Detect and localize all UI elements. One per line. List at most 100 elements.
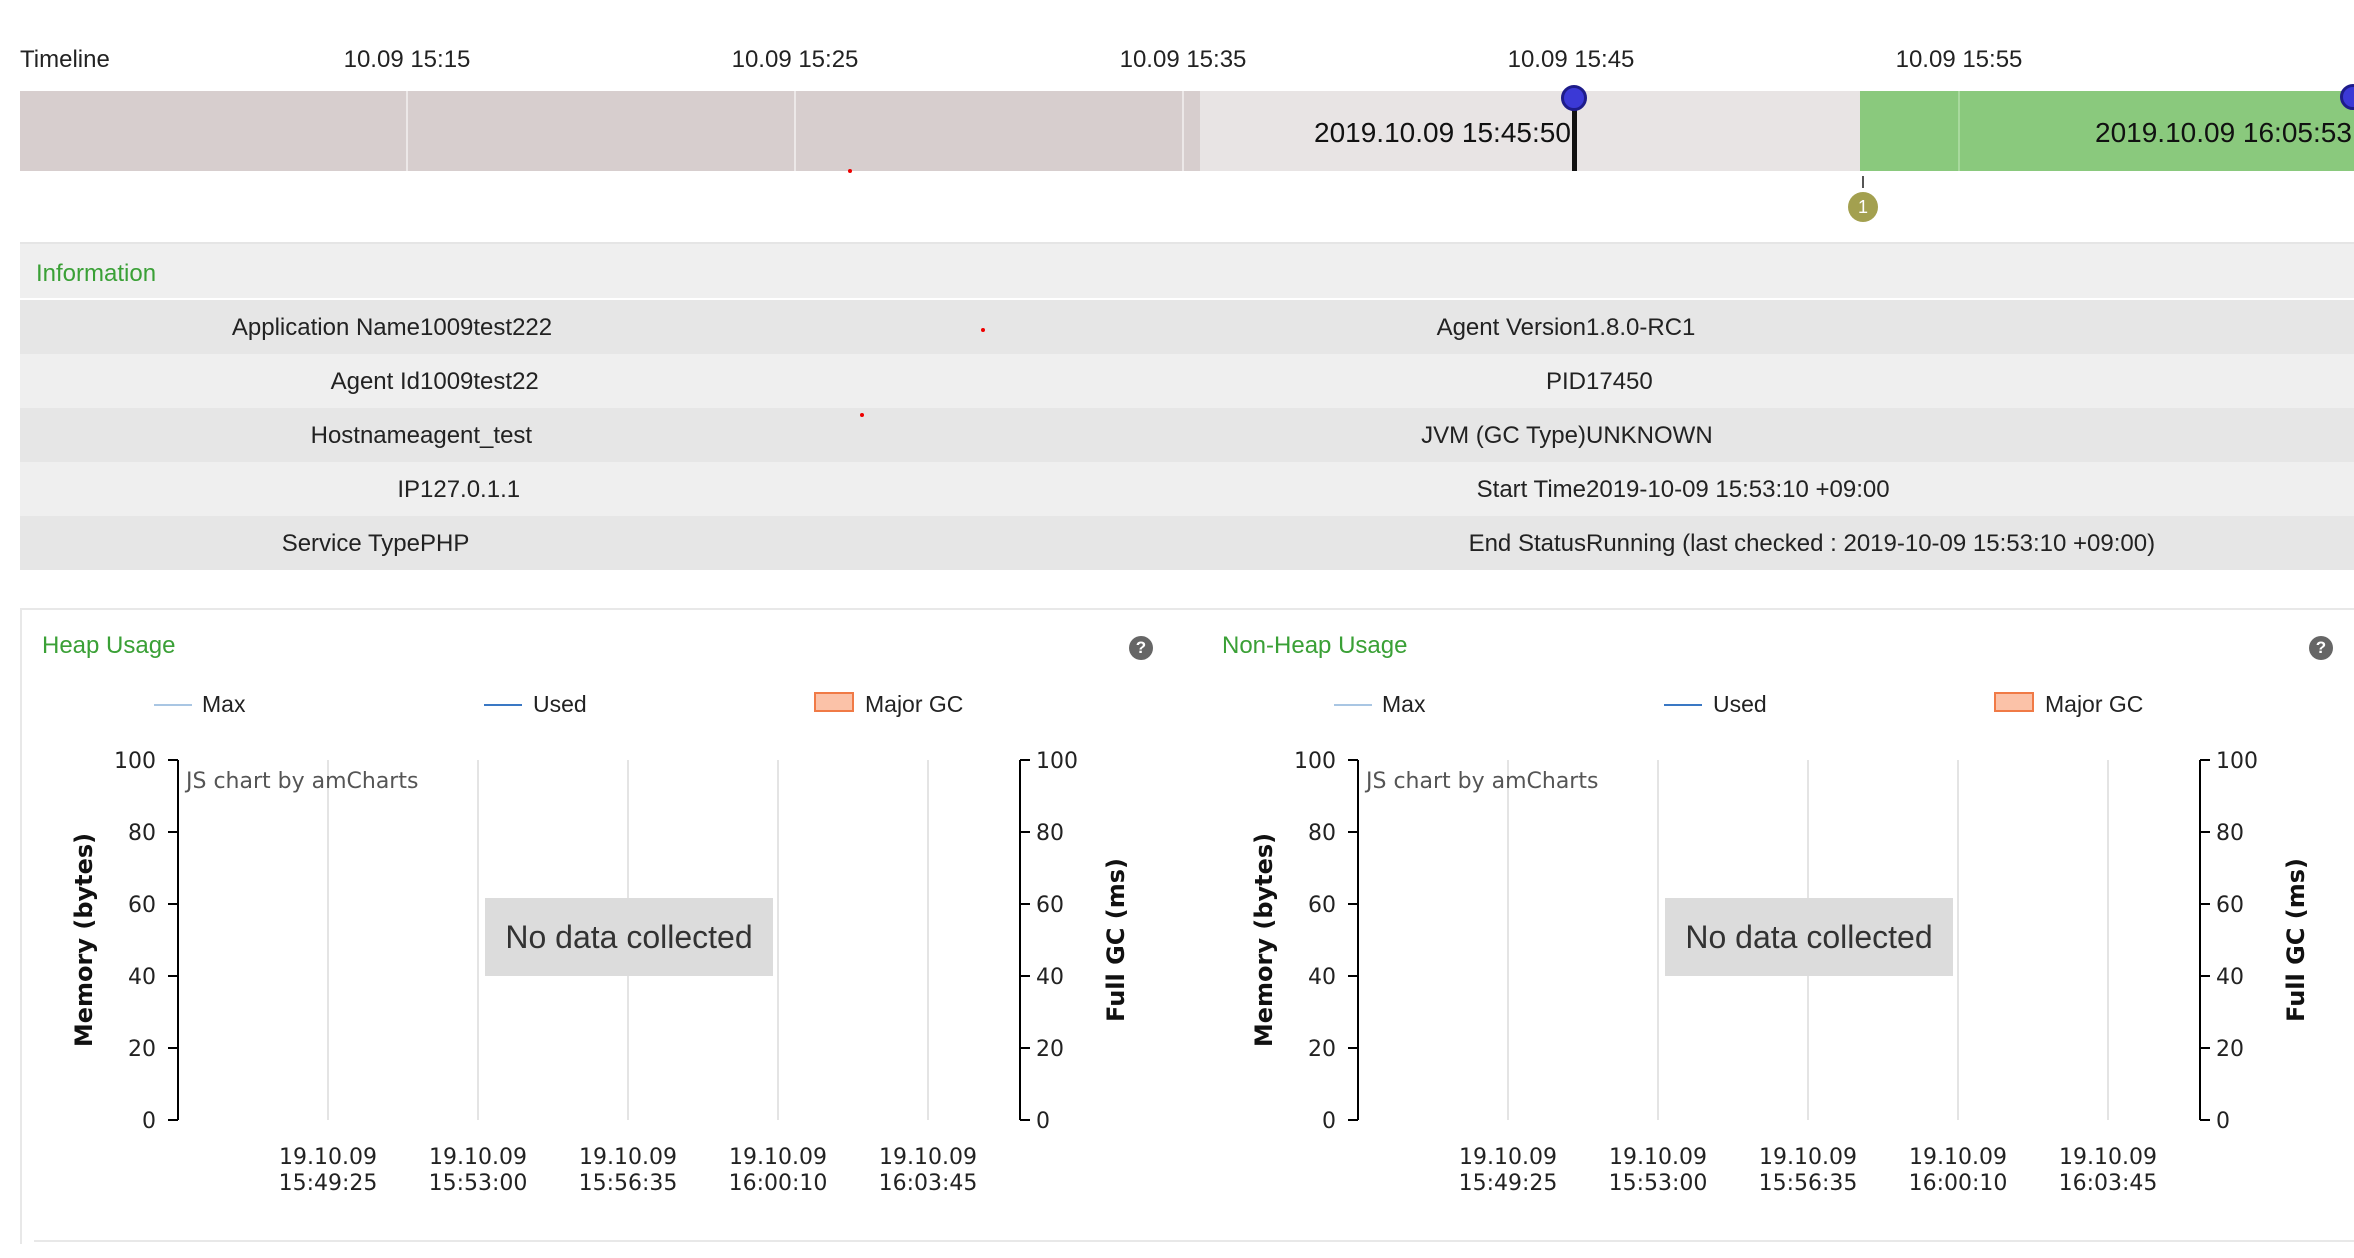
y-tick-label: 0 <box>142 1109 156 1134</box>
y-tick-label: 60 <box>128 893 156 918</box>
timeline-event-dot <box>848 169 852 173</box>
legend-max[interactable]: Max <box>202 691 245 718</box>
y2-tick-label: 0 <box>2216 1109 2230 1134</box>
y2-tick-label: 80 <box>2216 821 2244 846</box>
x-tick-label: 19.10.09 15:56:35 <box>1759 1145 1858 1196</box>
question-circle-icon[interactable]: ? <box>1129 636 1153 660</box>
event-count-badge[interactable]: 1 <box>1848 192 1878 222</box>
y2-tick-label: 60 <box>2216 893 2244 918</box>
y-tick-label: 20 <box>1308 1037 1336 1062</box>
info-row: Agent Id 1009test22 PID 17450 <box>20 354 2354 408</box>
y2-tick-label: 100 <box>1036 749 1078 774</box>
y-tick-label: 0 <box>1322 1109 1336 1134</box>
information-panel: Information Application Name 1009test222… <box>20 242 2354 572</box>
information-title: Information <box>36 260 157 287</box>
legend-used-line-icon[interactable] <box>484 704 522 706</box>
no-data-message: No data collected <box>485 898 773 976</box>
timeline-tick: 10.09 15:55 <box>1895 46 2023 73</box>
timeline-tick: 10.09 15:35 <box>1119 46 1247 73</box>
x-tick-label: 19.10.09 15:56:35 <box>579 1145 678 1196</box>
info-label: Hostname <box>310 422 420 449</box>
legend-used[interactable]: Used <box>1713 691 1767 718</box>
non-heap-usage-title: Non-Heap Usage <box>1222 632 1408 659</box>
question-circle-icon[interactable]: ? <box>2309 636 2333 660</box>
legend-used-line-icon[interactable] <box>1664 704 1702 706</box>
x-tick-label: 19.10.09 15:53:00 <box>1609 1145 1708 1196</box>
y2-axis-title: Full GC (ms) <box>1102 858 1130 1022</box>
y2-axis-title: Full GC (ms) <box>2282 858 2310 1022</box>
info-label: Application Name <box>231 314 420 341</box>
timeline-gridline <box>1958 91 1960 171</box>
selection-start-pin-icon[interactable] <box>1561 85 1587 111</box>
timeline-gridline <box>1182 91 1184 171</box>
info-value: 17450 <box>1586 368 1653 395</box>
info-value: 1009test222 <box>420 314 553 341</box>
y-tick-label: 100 <box>114 749 156 774</box>
x-tick-label: 19.10.09 16:03:45 <box>879 1145 978 1196</box>
info-value: PHP <box>420 530 470 557</box>
info-label: Service Type <box>281 530 420 557</box>
event-marker-stem <box>1862 176 1864 188</box>
legend-major-gc[interactable]: Major GC <box>865 691 963 718</box>
info-row: Application Name 1009test222 Agent Versi… <box>20 300 2354 354</box>
info-label: IP <box>397 476 420 503</box>
legend-max-line-icon[interactable] <box>1334 704 1372 706</box>
x-tick-label: 19.10.09 16:00:10 <box>1909 1145 2008 1196</box>
selection-end-time: 2019.10.09 16:05:53 <box>2095 117 2352 148</box>
legend-major-gc[interactable]: Major GC <box>2045 691 2143 718</box>
info-row: Service Type PHP End Status Running (las… <box>20 516 2354 570</box>
y2-tick-label: 0 <box>1036 1109 1050 1134</box>
y2-tick-label: 20 <box>1036 1037 1064 1062</box>
info-value: 1.8.0-RC1 <box>1586 314 1696 341</box>
legend-major-gc-box-icon[interactable] <box>814 692 854 712</box>
y-tick-label: 40 <box>1308 965 1336 990</box>
y2-tick-label: 40 <box>2216 965 2244 990</box>
timeline-gridline <box>406 91 408 171</box>
timeline-tick: 10.09 15:15 <box>343 46 471 73</box>
y2-tick-label: 100 <box>2216 749 2258 774</box>
selection-start-time: 2019.10.09 15:45:50 <box>1314 117 1571 148</box>
info-value: UNKNOWN <box>1586 422 1713 449</box>
x-tick-label: 19.10.09 15:49:25 <box>1459 1145 1558 1196</box>
info-value: 1009test22 <box>420 368 539 395</box>
info-label: JVM (GC Type) <box>1421 422 1586 449</box>
y-tick-label: 40 <box>128 965 156 990</box>
info-row: IP 127.0.1.1 Start Time 2019-10-09 15:53… <box>20 462 2354 516</box>
y-tick-label: 80 <box>128 821 156 846</box>
x-tick-label: 19.10.09 16:03:45 <box>2059 1145 2158 1196</box>
info-label: PID <box>1545 368 1586 395</box>
info-value: Running (last checked : 2019-10-09 15:53… <box>1586 530 2156 557</box>
x-tick-label: 19.10.09 16:00:10 <box>729 1145 828 1196</box>
y2-tick-label: 80 <box>1036 821 1064 846</box>
y-tick-label: 20 <box>128 1037 156 1062</box>
info-value: 127.0.1.1 <box>420 476 521 503</box>
timeline-track[interactable]: 2019.10.09 15:45:50 2019.10.09 16:05:53 <box>20 91 2354 171</box>
legend-major-gc-box-icon[interactable] <box>1994 692 2034 712</box>
y2-tick-label: 60 <box>1036 893 1064 918</box>
overlay-dot <box>981 328 985 332</box>
timeline-tick: 10.09 15:45 <box>1507 46 1635 73</box>
legend-max-line-icon[interactable] <box>154 704 192 706</box>
y2-tick-label: 20 <box>2216 1037 2244 1062</box>
info-value: agent_test <box>420 422 533 449</box>
timeline-tick: 10.09 15:25 <box>731 46 859 73</box>
info-label: Agent Version <box>1436 314 1586 341</box>
y-tick-label: 80 <box>1308 821 1336 846</box>
y2-tick-label: 40 <box>1036 965 1064 990</box>
no-data-message: No data collected <box>1665 898 1953 976</box>
legend-max[interactable]: Max <box>1382 691 1425 718</box>
info-row: Hostname agent_test JVM (GC Type) UNKNOW… <box>20 408 2354 462</box>
timeline-gridline <box>794 91 796 171</box>
heap-usage-title: Heap Usage <box>42 632 176 659</box>
info-label: End Status <box>1468 530 1586 557</box>
info-value: 2019-10-09 15:53:10 +09:00 <box>1586 476 1890 503</box>
y-axis-title: Memory (bytes) <box>1250 833 1278 1047</box>
y-tick-label: 60 <box>1308 893 1336 918</box>
x-tick-label: 19.10.09 15:53:00 <box>429 1145 528 1196</box>
section-divider <box>34 1240 2354 1242</box>
legend-used[interactable]: Used <box>533 691 587 718</box>
information-header: Information <box>20 244 2354 298</box>
y-tick-label: 100 <box>1294 749 1336 774</box>
x-tick-label: 19.10.09 15:49:25 <box>279 1145 378 1196</box>
timeline-label: Timeline <box>20 46 110 73</box>
